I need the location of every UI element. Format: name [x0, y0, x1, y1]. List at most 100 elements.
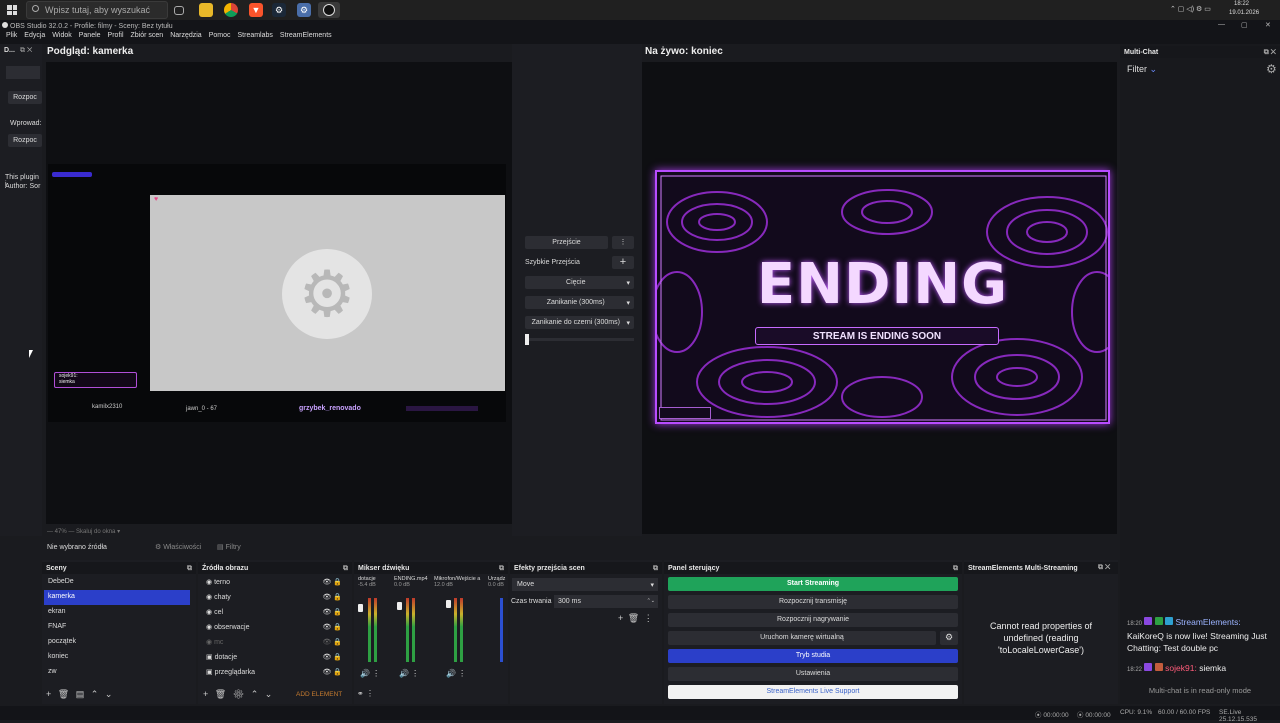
- search-icon: [32, 5, 39, 12]
- live-support-button[interactable]: StreamElements Live Support: [668, 685, 958, 699]
- preview-name-3: grzybek_renovado: [299, 405, 361, 412]
- settings-app-icon[interactable]: ⚙: [297, 3, 311, 17]
- maximize-icon[interactable]: ▢: [1241, 21, 1248, 29]
- move-up-icon[interactable]: ⌃: [251, 689, 259, 699]
- source-item[interactable]: ◉ cel 👁 🔒: [202, 605, 342, 620]
- scene-item[interactable]: początek: [44, 635, 190, 650]
- mixer-channel-3: Mikrofon/Wejście a 12.0 dB 🔊 ⋮: [434, 576, 481, 678]
- scene-item[interactable]: koniec: [44, 650, 190, 665]
- speaker-icon[interactable]: 🔊 ⋮: [399, 669, 419, 678]
- sources-list: ◉ terno 👁 🔒 ◉ chaty 👁 🔒 ◉ cel 👁 🔒 ◉ obserwa…: [202, 575, 342, 680]
- left-dock-label: Wprowad:: [10, 120, 42, 127]
- mixer-link-icon[interactable]: ⚭: [357, 689, 364, 698]
- menu-plik[interactable]: Plik: [6, 32, 17, 44]
- chrome-icon[interactable]: [224, 3, 238, 17]
- scene-item[interactable]: FNAF: [44, 620, 190, 635]
- scene-item[interactable]: ekran: [44, 605, 190, 620]
- steam-icon[interactable]: ⚙: [272, 3, 286, 17]
- volume-fader[interactable]: [446, 600, 451, 608]
- add-element-button[interactable]: ADD ELEMENT: [296, 691, 342, 698]
- left-dock-input[interactable]: [6, 66, 40, 79]
- speaker-icon[interactable]: 🔊 ⋮: [360, 669, 380, 678]
- volume-fader[interactable]: [397, 602, 402, 610]
- menu-edycja[interactable]: Edycja: [24, 32, 45, 44]
- source-item-hidden[interactable]: ◉ mc 👁 🔒: [202, 635, 342, 650]
- remove-transition-icon[interactable]: 🗑: [628, 613, 639, 623]
- menu-zbior-scen[interactable]: Zbiór scen: [131, 32, 164, 44]
- start-recording-button[interactable]: Rozpocznij nagrywanie: [668, 613, 958, 627]
- taskbar-search-input[interactable]: Wpisz tutaj, aby wyszukać: [26, 1, 168, 19]
- mixer-menu-icon[interactable]: ⋮: [366, 689, 374, 698]
- taskbar-date: 19.01.2026: [1229, 10, 1260, 16]
- window-titlebar: OBS Studio 32.0.2 - Profile: filmy - Sce…: [0, 20, 1280, 32]
- brave-icon[interactable]: ▼: [249, 3, 263, 17]
- menu-streamlabs[interactable]: Streamlabs: [238, 32, 273, 44]
- quick-transition-cut[interactable]: Cięcie ▾: [525, 276, 634, 289]
- obs-icon[interactable]: [318, 2, 340, 18]
- remove-scene-icon[interactable]: 🗑: [58, 689, 69, 699]
- scene-item[interactable]: DebeDe: [44, 575, 190, 590]
- minimize-icon[interactable]: —: [1218, 21, 1225, 28]
- settings-button[interactable]: Ustawienia: [668, 667, 958, 681]
- mixer-channel-2: ENDING.mp4 0.0 dB 🔊 ⋮: [394, 576, 428, 678]
- left-dock-start-button-1[interactable]: Rozpoc: [8, 91, 42, 104]
- source-item[interactable]: ▣ dotacje 👁 🔒: [202, 650, 342, 665]
- start-transmission-button[interactable]: Rozpocznij transmisję: [668, 595, 958, 609]
- duration-input[interactable]: 300 ms ⌃⌄: [554, 595, 658, 608]
- windows-start-icon[interactable]: [7, 5, 17, 15]
- task-view-icon[interactable]: [174, 6, 184, 15]
- studio-mode-button[interactable]: Tryb studia: [668, 649, 958, 663]
- transition-panel: Przejście ⋮ Szybkie Przejścia + Cięcie ▾…: [512, 44, 642, 536]
- file-explorer-icon[interactable]: [199, 3, 213, 17]
- menu-pomoc[interactable]: Pomoc: [209, 32, 231, 44]
- virtual-camera-settings-icon[interactable]: ⚙: [940, 631, 958, 645]
- menu-narzedzia[interactable]: Narzędzia: [170, 32, 202, 44]
- start-streaming-button[interactable]: Start Streaming: [668, 577, 958, 591]
- transition-select[interactable]: Move ▾: [512, 578, 658, 591]
- left-dock-start-button-2[interactable]: Rozpoc: [8, 134, 42, 147]
- quick-transition-fade[interactable]: Zanikanie (300ms) ▾: [525, 296, 634, 309]
- controls-dock: Panel sterujący ⧉ Start Streaming Rozpocz…: [664, 560, 962, 704]
- ending-title: ENDING: [756, 252, 1009, 317]
- add-transition-icon[interactable]: +: [618, 613, 623, 623]
- settings-gear-icon[interactable]: ⚙: [1266, 62, 1277, 76]
- transition-menu-icon[interactable]: ⋮: [612, 236, 634, 249]
- add-quick-transition-icon[interactable]: +: [612, 256, 634, 269]
- menu-streamelements[interactable]: StreamElements: [280, 32, 332, 44]
- move-down-icon[interactable]: ⌄: [265, 689, 273, 699]
- close-icon[interactable]: ✕: [1265, 21, 1271, 29]
- heart-icon: ♥: [154, 196, 159, 203]
- source-item[interactable]: ◉ chaty 👁 🔒: [202, 590, 342, 605]
- properties-button[interactable]: ⚙ Właściwości: [155, 543, 201, 551]
- transition-slider-handle[interactable]: [525, 334, 529, 345]
- transition-slider[interactable]: [525, 338, 634, 341]
- source-item[interactable]: ▣ przeglądarka 👁 🔒: [202, 665, 342, 680]
- menu-panele[interactable]: Panele: [79, 32, 101, 44]
- transition-menu-icon[interactable]: ⋮: [644, 613, 653, 623]
- scene-item-selected[interactable]: kamerka: [44, 590, 190, 605]
- start-virtual-camera-button[interactable]: Uruchom kamerę wirtualną: [668, 631, 936, 645]
- volume-fader[interactable]: [358, 604, 363, 612]
- source-item[interactable]: ◉ obserwacje 👁 🔒: [202, 620, 342, 635]
- left-dock-author-text: Author: Sor: [5, 183, 41, 190]
- menu-profil[interactable]: Profil: [108, 32, 124, 44]
- chat-message: siemka: [59, 379, 75, 385]
- quick-transition-fade-black[interactable]: Zanikanie do czerni (300ms) ▾: [525, 316, 634, 329]
- move-up-icon[interactable]: ⌃: [91, 689, 99, 699]
- controls-header: Panel sterujący ⧉: [664, 562, 962, 574]
- filters-button[interactable]: ▤ Filtry: [217, 543, 241, 551]
- scene-filter-icon[interactable]: ▤: [76, 689, 85, 699]
- source-item[interactable]: ◉ terno 👁 🔒: [202, 575, 342, 590]
- add-source-icon[interactable]: +: [203, 689, 208, 699]
- mouse-cursor-icon: [29, 350, 33, 358]
- menu-widok[interactable]: Widok: [52, 32, 71, 44]
- add-scene-icon[interactable]: +: [46, 689, 51, 699]
- speaker-icon[interactable]: 🔊 ⋮: [446, 669, 466, 678]
- left-dock: D... ⧉ ✕ Rozpoc Wprowad: Rozpoc This plu…: [0, 44, 42, 536]
- remove-source-icon[interactable]: 🗑: [215, 689, 226, 699]
- move-down-icon[interactable]: ⌄: [105, 689, 113, 699]
- scene-item[interactable]: zw: [44, 665, 190, 680]
- source-settings-icon[interactable]: ⚙: [233, 689, 244, 699]
- multichat-filter[interactable]: Filter ⌄: [1127, 64, 1157, 75]
- transition-button[interactable]: Przejście: [525, 236, 608, 249]
